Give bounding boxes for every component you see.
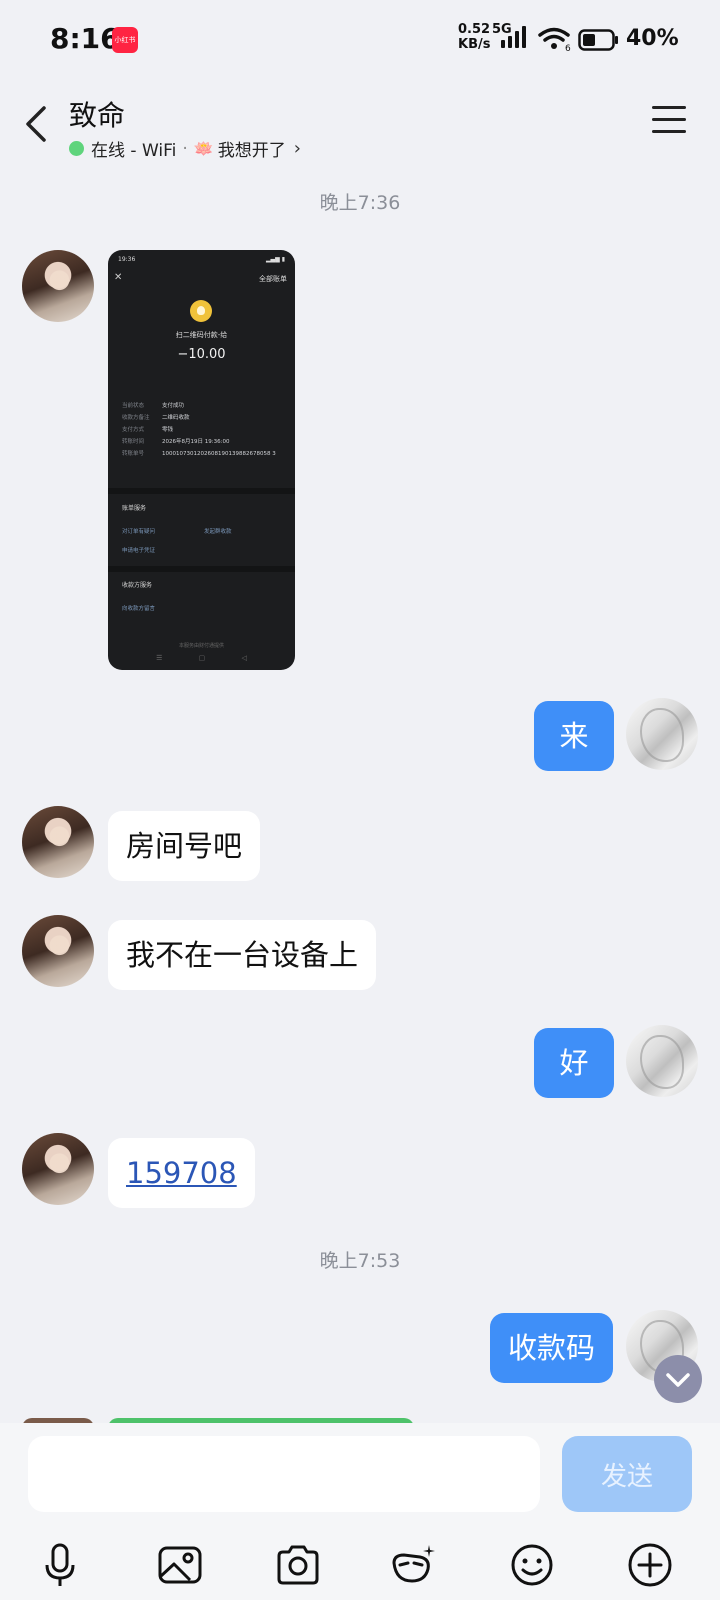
chevron-down-icon (666, 1373, 690, 1387)
number-link[interactable]: 159708 (126, 1156, 237, 1190)
menu-line (652, 130, 686, 133)
status-bar: 8:16 小红书 0.52 KB/s 5G 6 40% (0, 0, 720, 80)
message-bubble-outgoing[interactable]: 收款码 (490, 1313, 614, 1383)
back-arrow-icon[interactable] (20, 100, 54, 148)
network-speed-value: 0.52 (458, 22, 491, 37)
img-divider (108, 566, 295, 572)
img-detail-row: 支付方式 零钱 (122, 427, 174, 433)
img-close-icon: ✕ (114, 272, 123, 283)
clock: 8:16 (50, 22, 120, 55)
presence-text: 在线 - WiFi (91, 141, 177, 161)
network-speed: 0.52 KB/s 5G (458, 22, 512, 52)
chevron-right-icon: › (293, 138, 301, 159)
img-link: 对订单有疑问 (122, 529, 156, 535)
img-divider (108, 488, 295, 494)
img-section-bill-service: 账单服务 (122, 505, 147, 512)
img-merchant: 扫二维码付款-给 (175, 331, 228, 339)
message-bubble-incoming[interactable]: 我不在一台设备上 (108, 920, 377, 990)
img-merchant-logo-icon (190, 300, 212, 322)
menu-line (652, 118, 686, 121)
img-detail-rows: 当前状态 支付成功 收款方备注 二维码收款 支付方式 零钱 转账时间 2026年8月19… (122, 400, 282, 460)
presence-status[interactable]: 在线 - WiFi · 🪷 我想开了 › (69, 136, 301, 161)
my-avatar[interactable] (626, 698, 698, 770)
lotus-icon: 🪷 (193, 139, 214, 158)
contact-name[interactable]: 致命 (69, 94, 125, 134)
img-detail-row: 收款方备注 二维码收款 (122, 415, 190, 421)
img-all-bills: 全部账单 (259, 275, 287, 283)
image-message-payment-screenshot[interactable]: 19:36 ▂▄▆ ▮ ✕ 全部账单 扫二维码付款-给 −10.00 当前状态支… (108, 250, 295, 670)
contact-avatar[interactable] (22, 1133, 94, 1205)
img-link: 向收款方留言 (122, 606, 156, 612)
img-footer: 本服务由财付通提供 (178, 643, 224, 649)
wifi-sub-label: 6 (565, 44, 571, 51)
message-bubble-incoming[interactable]: 159708 (108, 1138, 255, 1208)
composer: 发送 (0, 1423, 720, 1600)
img-nav-bar: ☰ ▢ ◁ (156, 654, 247, 662)
img-status-icons: ▂▄▆ ▮ (265, 256, 285, 263)
microphone-icon[interactable] (36, 1541, 84, 1589)
img-link: 申请电子凭证 (122, 548, 156, 554)
my-avatar[interactable] (626, 1025, 698, 1097)
message-input[interactable] (28, 1436, 540, 1512)
contact-avatar[interactable] (22, 915, 94, 987)
img-section-payee-service: 收款方服务 (122, 582, 153, 589)
timestamp: 晚上7:36 (319, 192, 401, 214)
image-icon[interactable] (156, 1541, 204, 1589)
message-bubble-outgoing[interactable]: 好 (534, 1028, 614, 1098)
img-detail-row: 转账时间 2026年8月19日 19:36:00 (122, 439, 230, 445)
menu-line (652, 106, 686, 109)
contact-avatar[interactable] (22, 806, 94, 878)
img-link: 发起群收款 (204, 529, 232, 535)
scroll-to-bottom-button[interactable] (654, 1355, 702, 1403)
chat-header: 致命 在线 - WiFi · 🪷 我想开了 › (0, 80, 720, 172)
battery-percent: 40% (626, 26, 679, 51)
presence-separator: · (182, 138, 188, 159)
img-detail-row: 转账单号 1000107301202608190139882678058 3 (122, 451, 276, 457)
send-button[interactable]: 发送 (562, 1436, 692, 1512)
img-status-time: 19:36 (118, 256, 136, 263)
plus-icon[interactable] (626, 1541, 674, 1589)
timestamp: 晚上7:53 (319, 1250, 401, 1272)
smiley-icon[interactable] (508, 1541, 556, 1589)
network-speed-unit: KB/s (458, 37, 491, 52)
camera-icon[interactable] (274, 1541, 322, 1589)
contact-avatar[interactable] (22, 250, 94, 322)
message-bubble-incoming[interactable]: 房间号吧 (108, 811, 261, 881)
battery-icon (578, 29, 618, 51)
online-dot-icon (69, 141, 84, 156)
wifi-icon: 6 (538, 27, 571, 51)
emoji-mask-icon[interactable] (390, 1541, 438, 1589)
img-amount: −10.00 (177, 347, 226, 362)
message-bubble-outgoing[interactable]: 来 (534, 701, 614, 771)
menu-button[interactable] (652, 106, 686, 138)
img-detail-row: 当前状态 支付成功 (122, 403, 185, 409)
xiaohongshu-app-icon: 小红书 (112, 27, 138, 53)
composer-toolbar (0, 1541, 720, 1597)
custom-status-text: 我想开了 (217, 141, 286, 161)
signal-icon (501, 26, 526, 48)
